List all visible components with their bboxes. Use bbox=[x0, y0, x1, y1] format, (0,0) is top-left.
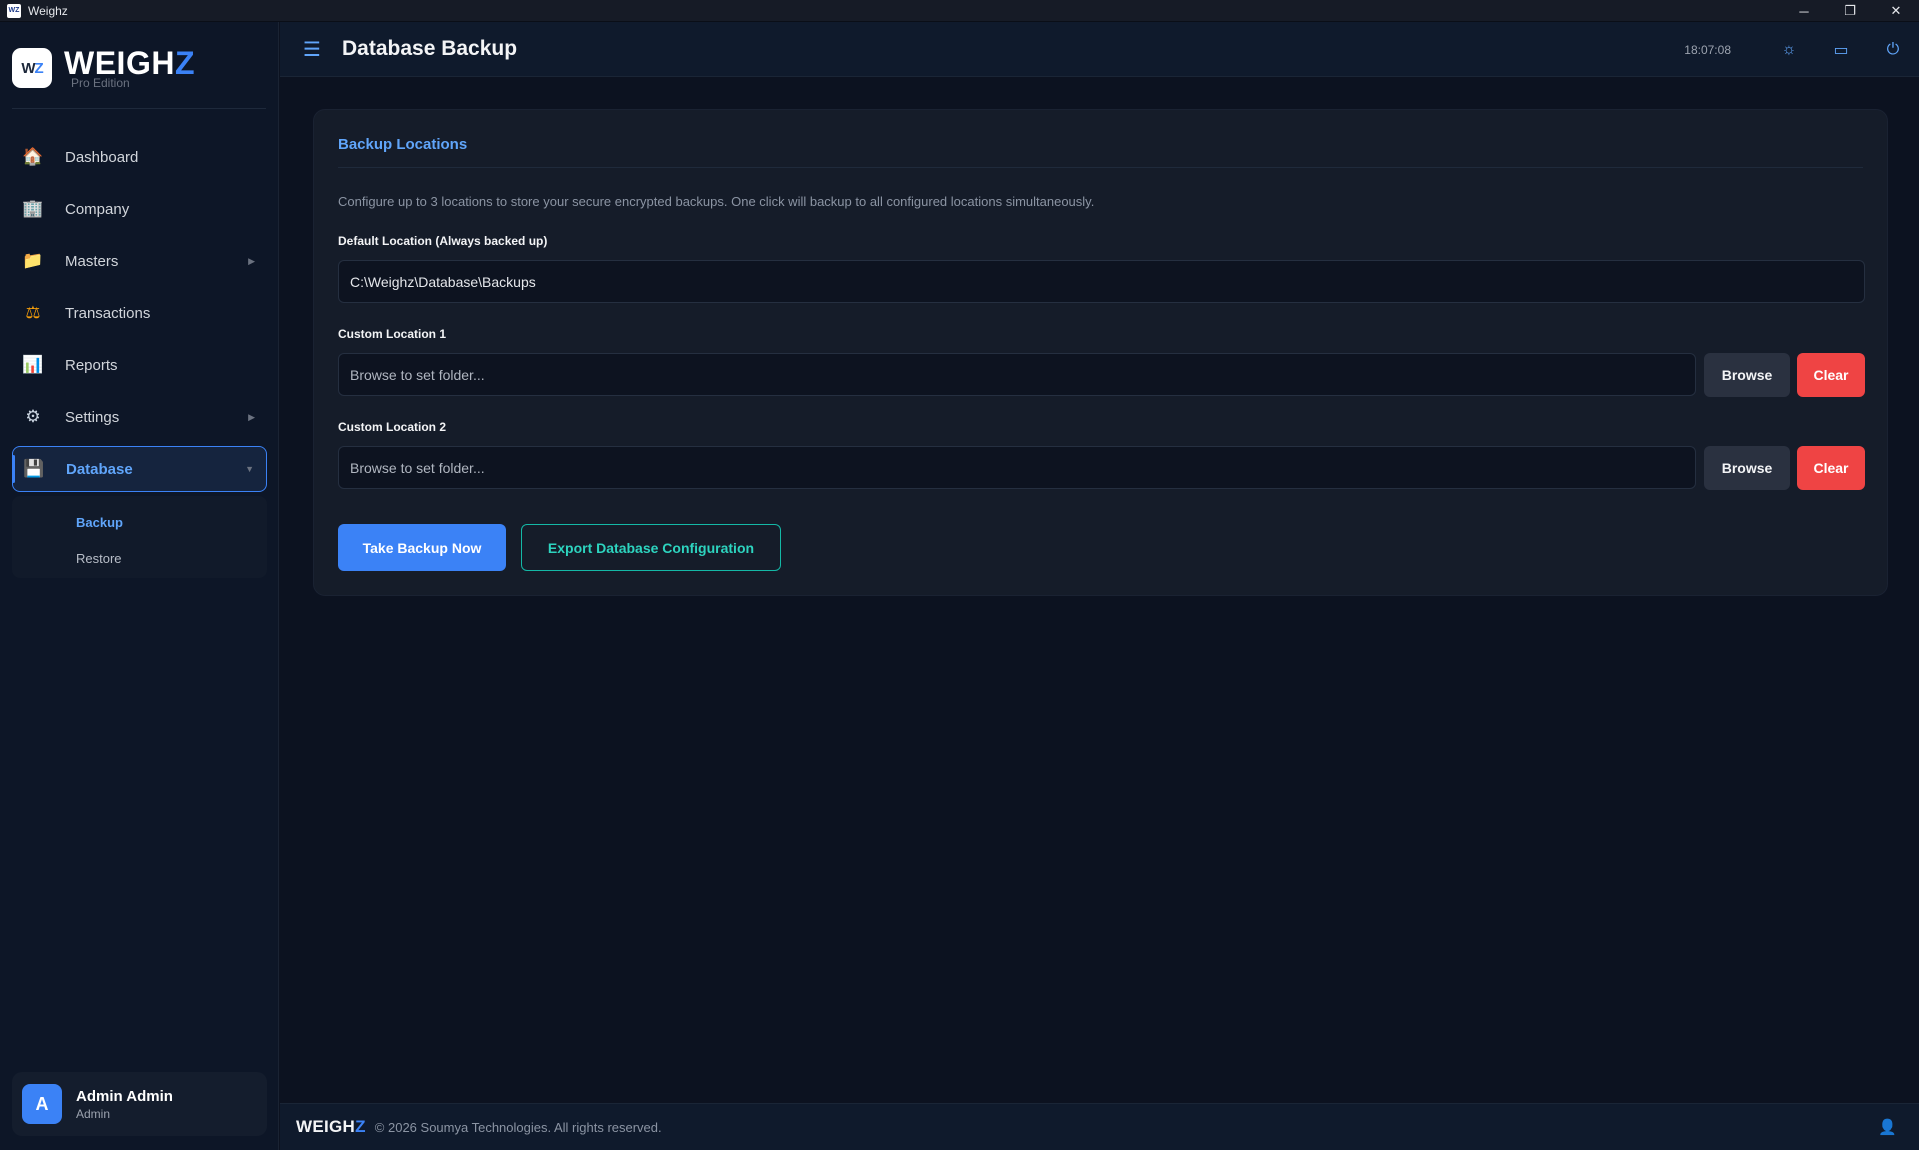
card-divider bbox=[338, 167, 1863, 168]
footer: WEIGHZ © 2026 Soumya Technologies. All r… bbox=[280, 1103, 1919, 1150]
custom-location-1-clear-button[interactable]: Clear bbox=[1797, 353, 1865, 397]
user-card[interactable]: A Admin Admin Admin bbox=[12, 1072, 267, 1136]
sidebar-item-label: Settings bbox=[65, 408, 120, 426]
restore-icon[interactable]: ❐ bbox=[1827, 0, 1873, 22]
footer-brand-accent: Z bbox=[355, 1117, 366, 1136]
default-location-label: Default Location (Always backed up) bbox=[338, 234, 548, 248]
user-role: Admin bbox=[76, 1106, 111, 1121]
card-title: Backup Locations bbox=[338, 136, 468, 153]
custom-location-1-label: Custom Location 1 bbox=[338, 327, 447, 341]
sidebar-item-settings[interactable]: ⚙ Settings ▶ bbox=[12, 394, 267, 440]
sidebar-item-masters[interactable]: 📁 Masters ▶ bbox=[12, 238, 267, 284]
floppy-disk-icon: 💾 bbox=[23, 459, 45, 478]
custom-location-2-input[interactable]: Browse to set folder... bbox=[338, 446, 1696, 489]
chart-icon: 📊 bbox=[22, 355, 44, 374]
brand-divider bbox=[12, 108, 266, 109]
sidebar-item-reports[interactable]: 📊 Reports bbox=[12, 342, 267, 388]
sidebar: WZ WEIGHZ Pro Edition 🏠 Dashboard 🏢 Comp… bbox=[0, 22, 279, 1150]
chevron-right-icon: ▶ bbox=[248, 255, 255, 266]
os-titlebar: WZ Weighz ─ ❐ ✕ bbox=[0, 0, 1919, 22]
custom-location-2-clear-button[interactable]: Clear bbox=[1797, 446, 1865, 490]
sidebar-item-label: Database bbox=[66, 460, 133, 478]
database-submenu: Backup Restore bbox=[12, 496, 267, 578]
folder-icon: 📁 bbox=[22, 251, 44, 270]
avatar: A bbox=[22, 1084, 62, 1124]
app-icon: WZ bbox=[7, 3, 21, 18]
chevron-right-icon: ▶ bbox=[248, 411, 255, 422]
page-title: Database Backup bbox=[342, 37, 518, 60]
sidebar-item-database[interactable]: 💾 Database ▼ bbox=[12, 446, 267, 492]
sidebar-item-label: Dashboard bbox=[65, 148, 139, 166]
window-controls: ─ ❐ ✕ bbox=[1781, 0, 1919, 22]
window-mode-icon[interactable]: ▭ bbox=[1815, 40, 1867, 60]
close-icon[interactable]: ✕ bbox=[1873, 0, 1919, 22]
sidebar-nav: 🏠 Dashboard 🏢 Company 📁 Masters ▶ ⚖ Tran… bbox=[12, 134, 267, 578]
default-location-input[interactable]: C:\Weighz\Database\Backups bbox=[338, 260, 1865, 303]
sidebar-subitem-backup[interactable]: Backup bbox=[12, 504, 267, 540]
chevron-down-icon: ▼ bbox=[245, 464, 254, 474]
custom-location-1-browse-button[interactable]: Browse bbox=[1704, 353, 1790, 397]
custom-location-2-label: Custom Location 2 bbox=[338, 420, 447, 434]
sidebar-item-dashboard[interactable]: 🏠 Dashboard bbox=[12, 134, 267, 180]
scale-icon: ⚖ bbox=[25, 303, 41, 322]
building-icon: 🏢 bbox=[22, 199, 44, 218]
custom-location-2-browse-button[interactable]: Browse bbox=[1704, 446, 1790, 490]
support-user-icon[interactable]: 👤 bbox=[1878, 1118, 1897, 1136]
brand-logo: WZ bbox=[12, 48, 52, 88]
brand-logo-z: Z bbox=[34, 59, 44, 77]
header-actions: 18:07:08 ☼ ▭ ⏻ bbox=[1684, 22, 1919, 77]
sidebar-item-label: Company bbox=[65, 200, 130, 218]
card-description: Configure up to 3 locations to store you… bbox=[338, 194, 1095, 209]
brand-name: WEIGHZ bbox=[64, 46, 195, 80]
user-info: Admin Admin Admin bbox=[76, 1088, 173, 1121]
sidebar-item-company[interactable]: 🏢 Company bbox=[12, 186, 267, 232]
minimize-icon[interactable]: ─ bbox=[1781, 0, 1827, 22]
theme-toggle-icon[interactable]: ☼ bbox=[1763, 41, 1815, 59]
top-header: ☰ Database Backup 18:07:08 ☼ ▭ ⏻ bbox=[280, 22, 1919, 77]
clock: 18:07:08 bbox=[1684, 42, 1731, 57]
sidebar-item-transactions[interactable]: ⚖ Transactions bbox=[12, 290, 267, 336]
window-title: Weighz bbox=[28, 3, 68, 18]
brand-text: WEIGHZ Pro Edition bbox=[64, 46, 195, 90]
brand-logo-w: W bbox=[21, 59, 35, 77]
hamburger-menu-icon[interactable]: ☰ bbox=[300, 37, 324, 61]
sidebar-item-label: Reports bbox=[65, 356, 118, 374]
user-name: Admin Admin bbox=[76, 1087, 173, 1105]
backup-locations-card: Backup Locations Configure up to 3 locat… bbox=[313, 109, 1888, 596]
footer-brand: WEIGHZ bbox=[296, 1117, 366, 1137]
brand-name-accent: Z bbox=[174, 45, 195, 81]
sidebar-item-label: Masters bbox=[65, 252, 119, 270]
brand[interactable]: WZ WEIGHZ Pro Edition bbox=[12, 46, 195, 90]
take-backup-now-button[interactable]: Take Backup Now bbox=[338, 524, 506, 571]
sidebar-item-label: Transactions bbox=[65, 304, 151, 322]
home-icon: 🏠 bbox=[22, 147, 44, 166]
export-database-configuration-button[interactable]: Export Database Configuration bbox=[521, 524, 781, 571]
power-icon[interactable]: ⏻ bbox=[1867, 41, 1919, 59]
footer-brand-main: WEIGH bbox=[296, 1117, 356, 1136]
footer-copyright: © 2026 Soumya Technologies. All rights r… bbox=[374, 1119, 662, 1135]
custom-location-1-input[interactable]: Browse to set folder... bbox=[338, 353, 1696, 396]
gear-icon: ⚙ bbox=[25, 407, 41, 426]
sidebar-subitem-restore[interactable]: Restore bbox=[12, 540, 267, 576]
